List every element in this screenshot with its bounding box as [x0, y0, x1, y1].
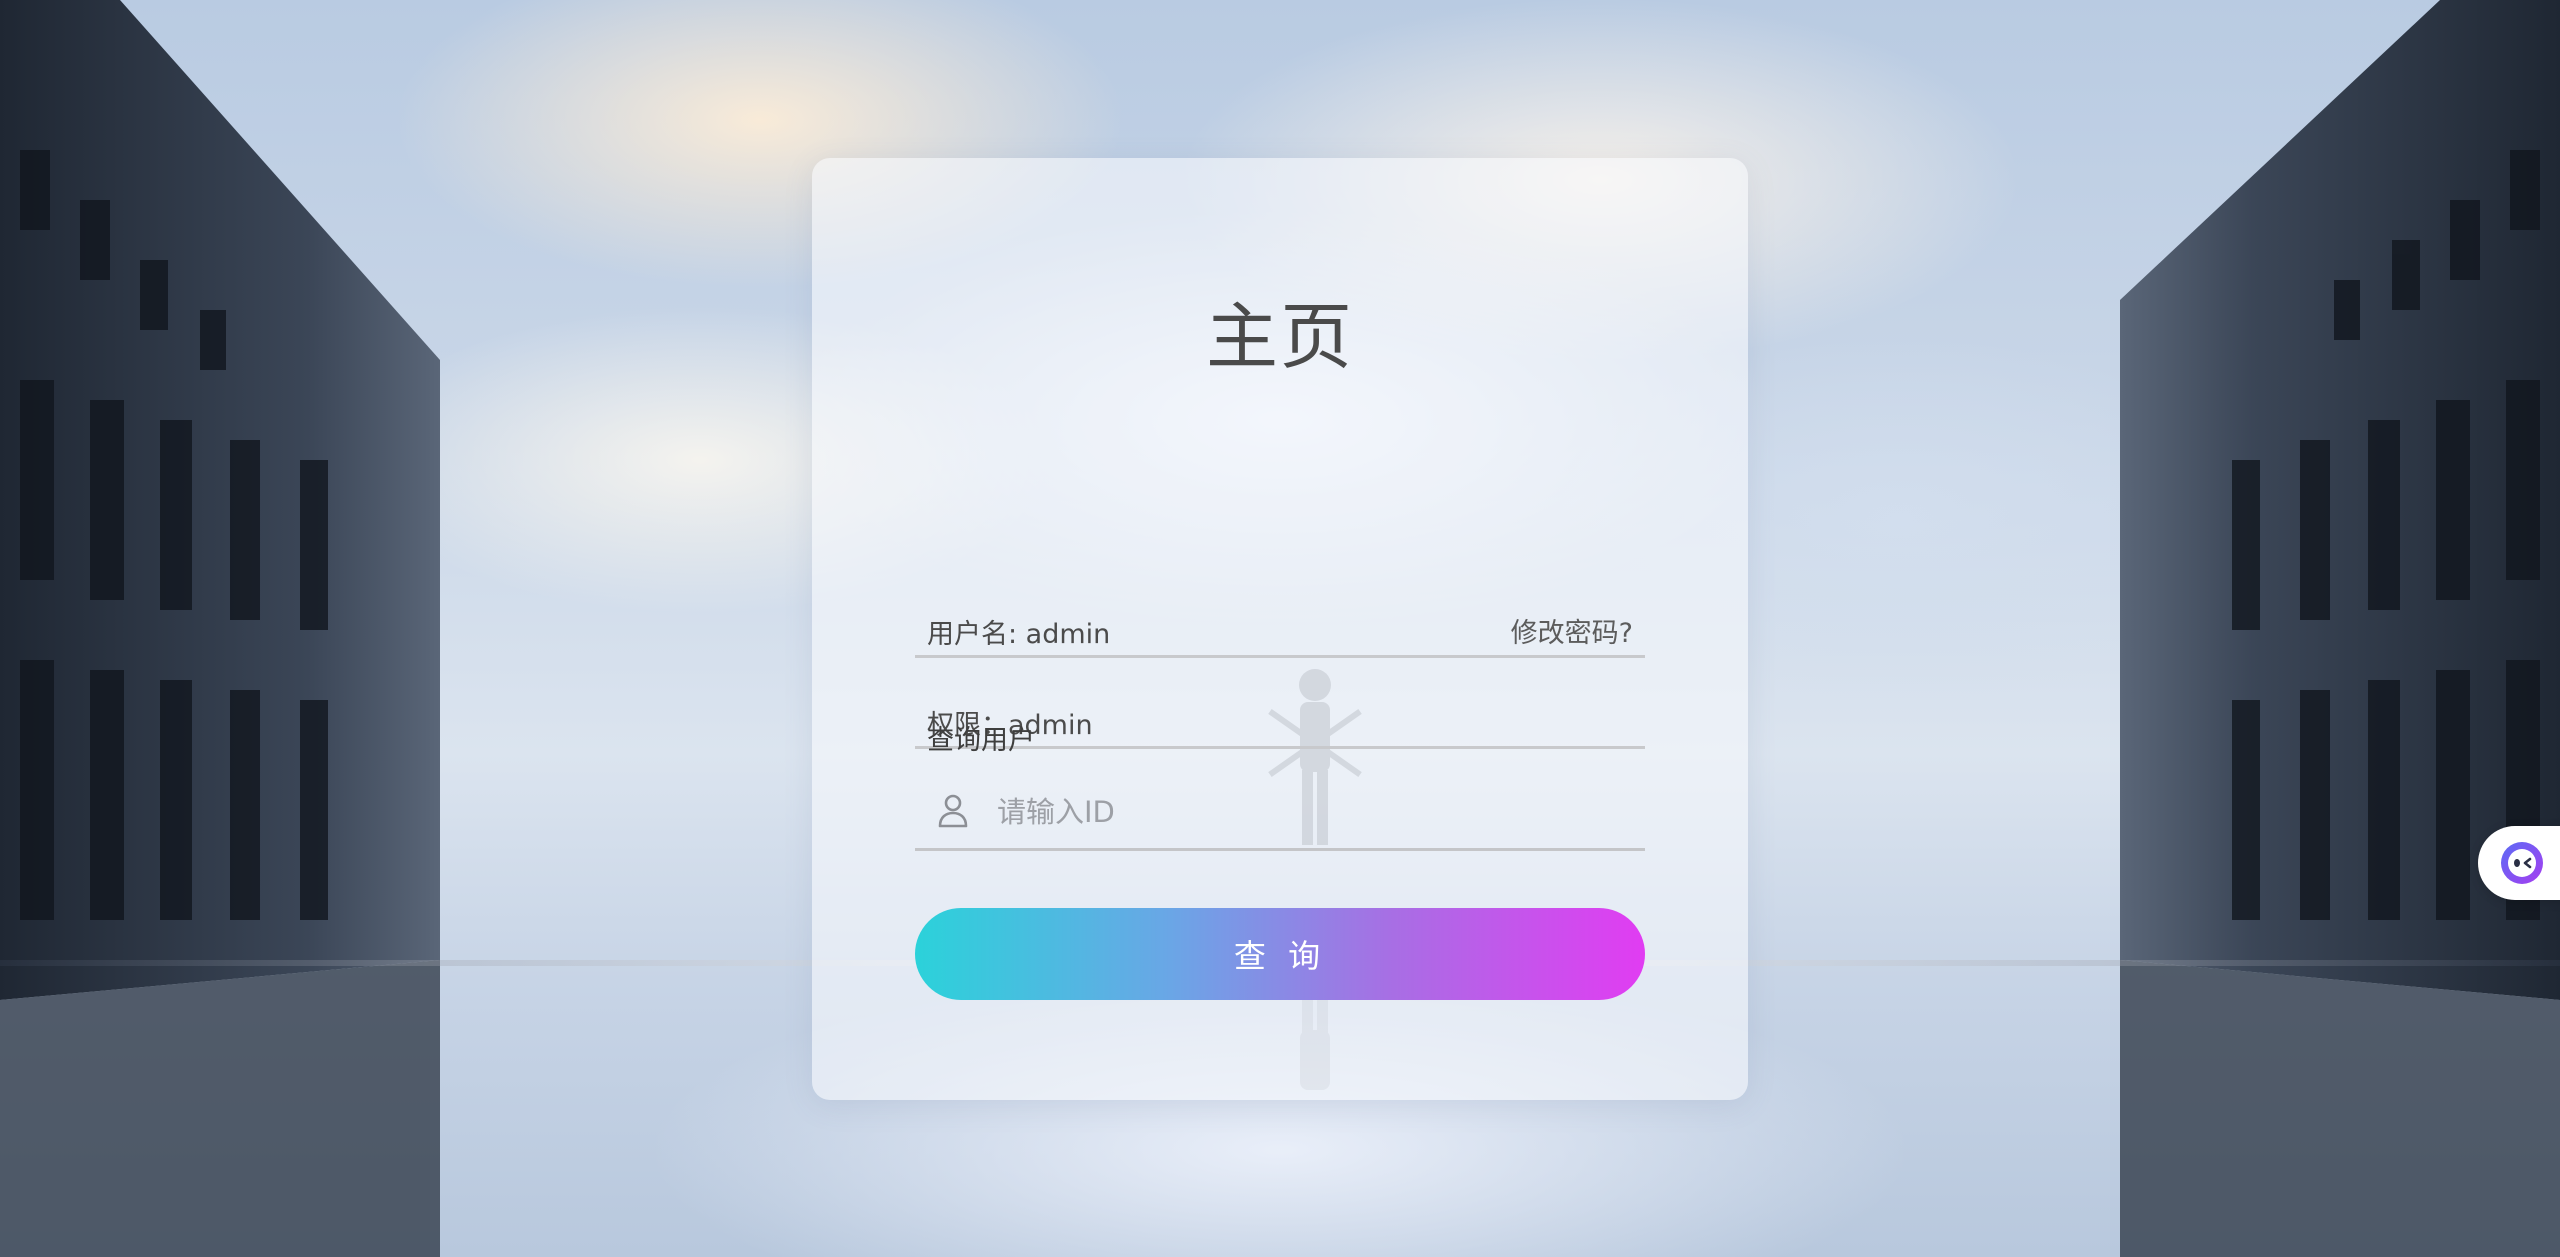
query-input-wrapper: [915, 775, 1645, 851]
floating-assistant-widget[interactable]: [2478, 826, 2560, 900]
left-building-image: [0, 0, 440, 1257]
query-section-label: 查询用户: [927, 725, 1035, 756]
query-button[interactable]: 查 询: [915, 908, 1645, 1000]
home-card: 主页 用户名: admin 权限：admin 修改密码? 查询用户 查 询: [812, 158, 1748, 1100]
user-icon: [938, 794, 968, 828]
chat-bot-icon: [2501, 842, 2543, 884]
change-password-link[interactable]: 修改密码?: [1511, 611, 1633, 650]
page-title: 主页: [1205, 295, 1354, 379]
username-text: 用户名: admin: [927, 619, 1111, 650]
user-id-input[interactable]: [995, 783, 1619, 841]
right-building-image: [2120, 0, 2560, 1257]
